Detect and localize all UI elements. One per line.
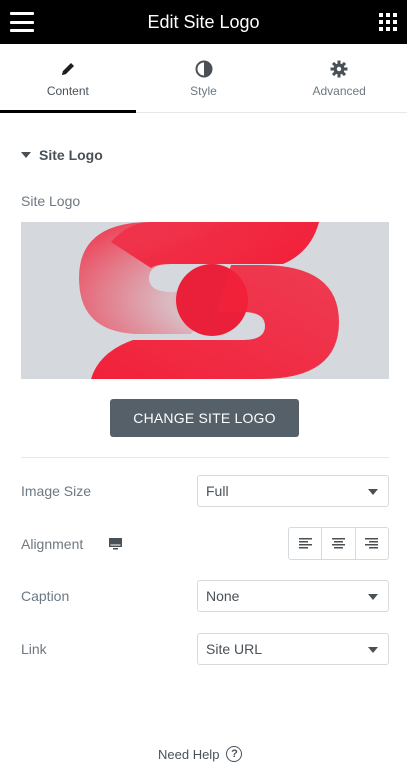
divider <box>21 457 389 458</box>
section-toggle-site-logo[interactable]: Site Logo <box>21 147 103 163</box>
need-help-label: Need Help <box>158 746 220 762</box>
tab-style[interactable]: Style <box>136 44 272 112</box>
caption-select[interactable]: None <box>197 580 389 612</box>
panel-tabs: Content Style Advanced <box>0 44 407 113</box>
caret-down-icon <box>21 152 31 158</box>
site-logo-preview[interactable] <box>21 222 389 379</box>
hamburger-menu-icon[interactable] <box>10 12 34 32</box>
site-logo-label: Site Logo <box>21 193 81 209</box>
tab-content[interactable]: Content <box>0 44 136 113</box>
align-center-icon <box>331 538 345 549</box>
panel-header: Edit Site Logo <box>0 0 407 44</box>
link-label: Link <box>21 641 47 657</box>
gear-icon <box>330 58 348 80</box>
desktop-monitor-icon[interactable] <box>109 537 122 555</box>
align-left-button[interactable] <box>289 528 323 559</box>
align-center-button[interactable] <box>322 528 356 559</box>
alignment-label: Alignment <box>21 536 84 552</box>
image-size-select[interactable]: Full <box>197 475 389 507</box>
tab-content-label: Content <box>46 84 89 98</box>
half-circle-contrast-icon <box>195 58 213 80</box>
image-size-value: Full <box>206 483 229 499</box>
caption-value: None <box>206 588 240 604</box>
align-left-icon <box>298 538 312 549</box>
grid-apps-icon[interactable] <box>379 13 397 31</box>
chevron-down-icon <box>368 489 378 495</box>
link-select[interactable]: Site URL <box>197 633 389 665</box>
panel-title: Edit Site Logo <box>147 11 260 32</box>
need-help-link[interactable]: Need Help ? <box>158 746 243 762</box>
tab-advanced[interactable]: Advanced <box>271 44 407 112</box>
question-circle-icon: ? <box>226 746 243 762</box>
section-title: Site Logo <box>39 147 103 163</box>
align-right-icon <box>365 538 379 549</box>
image-size-label: Image Size <box>21 483 92 499</box>
change-site-logo-button[interactable]: CHANGE SITE LOGO <box>110 399 299 437</box>
link-value: Site URL <box>206 641 263 657</box>
caption-label: Caption <box>21 588 70 604</box>
align-right-button[interactable] <box>356 528 388 559</box>
chevron-down-icon <box>368 647 378 653</box>
chevron-down-icon <box>368 594 378 600</box>
alignment-button-group <box>288 527 389 560</box>
site-logo-image <box>79 222 339 379</box>
pencil-icon <box>60 58 76 80</box>
tab-style-label: Style <box>190 84 217 98</box>
tab-advanced-label: Advanced <box>312 84 366 98</box>
